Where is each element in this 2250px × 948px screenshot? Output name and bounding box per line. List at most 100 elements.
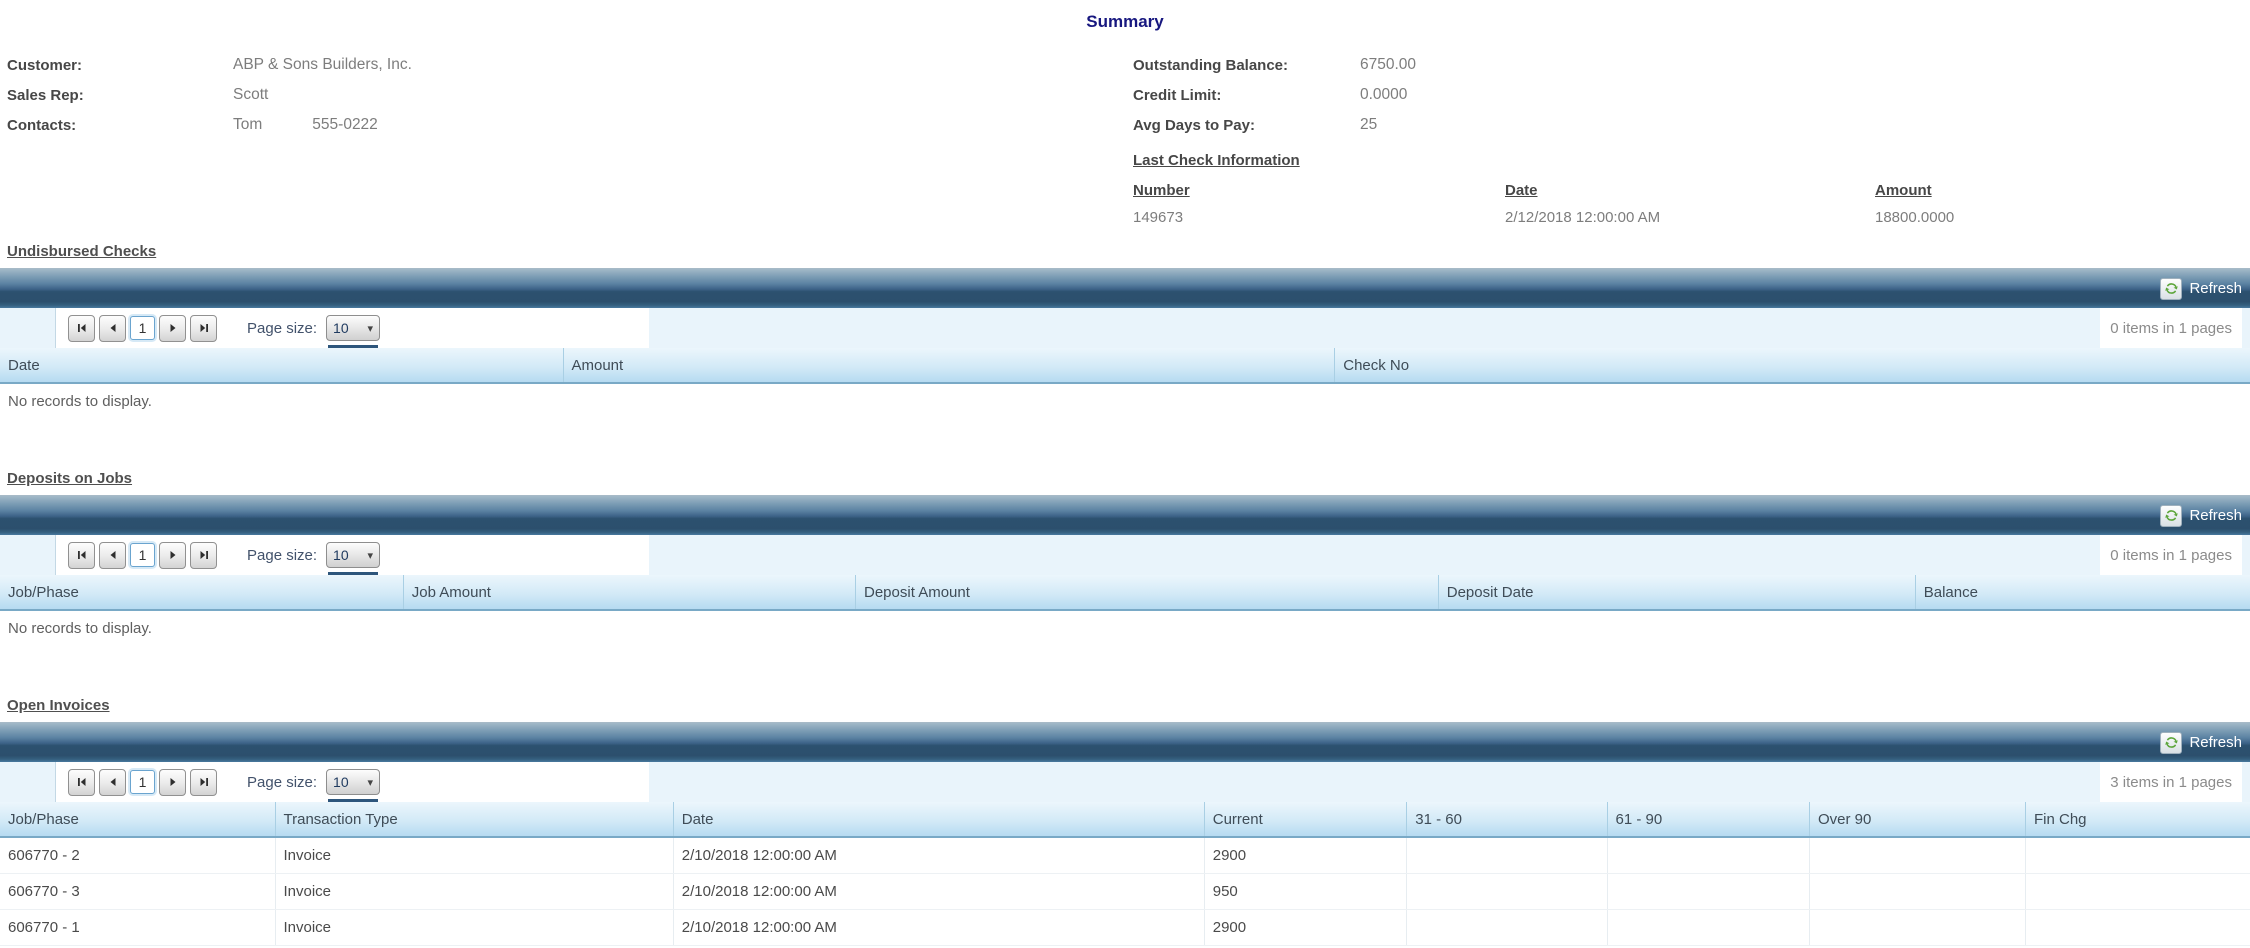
refresh-icon (2160, 731, 2183, 754)
contacts-label: Contacts: (7, 116, 77, 134)
column-header[interactable]: Balance (1914, 575, 2250, 609)
column-header[interactable]: 61 - 90 (1606, 802, 1810, 836)
contacts-row: Contacts: Tom 555-0222 (7, 110, 412, 140)
table-row[interactable]: 606770 - 2 Invoice 2/10/2018 12:00:00 AM 29… (0, 838, 2250, 874)
summary-stats-block: Outstanding Balance: 6750.00 Credit Limi… (1133, 50, 1954, 226)
refresh-label: Refresh (2189, 280, 2242, 297)
credit-limit-label: Credit Limit: (1133, 86, 1222, 104)
refresh-icon (2160, 504, 2183, 527)
page-size-value: 10 (333, 774, 349, 790)
pager-items-count: 0 items in 1 pages (2100, 535, 2242, 575)
column-header[interactable]: Date (672, 802, 1204, 836)
table-row[interactable]: 606770 - 3 Invoice 2/10/2018 12:00:00 AM 95… (0, 874, 2250, 910)
page-number-input[interactable] (130, 543, 155, 567)
column-header[interactable]: Deposit Amount (855, 575, 1438, 609)
next-page-button[interactable] (159, 314, 186, 342)
section-title-open-invoices: Open Invoices (7, 697, 110, 714)
column-header[interactable]: Check No (1334, 348, 2250, 382)
column-header[interactable]: 31 - 60 (1406, 802, 1606, 836)
refresh-icon (2160, 277, 2183, 300)
last-page-button[interactable] (190, 541, 217, 569)
contact-phone: 555-0222 (312, 116, 378, 133)
column-header[interactable]: Amount (562, 348, 1335, 382)
avg-days-row: Avg Days to Pay: 25 (1133, 110, 1954, 140)
grid-pager: Page size: 10 ▾ 0 items in 1 pages (0, 308, 2250, 348)
prev-page-button[interactable] (99, 541, 126, 569)
outstanding-balance-value: 6750.00 (1360, 56, 1417, 73)
no-records-text: No records to display. (8, 393, 152, 410)
page-number-input[interactable] (130, 770, 155, 794)
next-page-button[interactable] (159, 768, 186, 796)
outstanding-balance-row: Outstanding Balance: 6750.00 (1133, 50, 1954, 80)
column-header[interactable]: Job Amount (402, 575, 855, 609)
check-number-value: 149673 (1133, 209, 1184, 226)
table-cell: Invoice (274, 838, 673, 873)
table-cell (1606, 910, 1810, 945)
column-header[interactable]: Transaction Type (274, 802, 673, 836)
last-page-button[interactable] (190, 768, 217, 796)
contact-name: Tom (233, 116, 263, 133)
check-amount-header: Amount (1875, 182, 1932, 199)
grid-command-bar: Refresh (0, 495, 2250, 535)
page-size-value: 10 (333, 547, 349, 563)
page-size-dropdown[interactable]: 10 ▾ (326, 542, 381, 575)
column-header[interactable]: Current (1203, 802, 1407, 836)
check-number-col: Number 149673 (1133, 182, 1505, 226)
column-header[interactable]: Date (0, 348, 563, 382)
refresh-label: Refresh (2189, 507, 2242, 524)
pager-left-spacer (0, 535, 56, 575)
first-page-button[interactable] (68, 314, 95, 342)
check-number-header: Number (1133, 182, 1190, 199)
table-cell (2025, 910, 2250, 945)
page-size-dropdown[interactable]: 10 ▾ (326, 769, 381, 802)
table-cell: 606770 - 2 (8, 847, 80, 864)
next-page-button[interactable] (159, 541, 186, 569)
refresh-button[interactable]: Refresh (2160, 504, 2242, 527)
column-header[interactable]: Job/Phase (0, 575, 403, 609)
no-records-text: No records to display. (8, 620, 152, 637)
table-cell (1809, 874, 2025, 909)
check-amount-value: 18800.0000 (1875, 209, 1955, 226)
table-cell: Invoice (274, 910, 673, 945)
prev-page-button[interactable] (99, 314, 126, 342)
check-amount-col: Amount 18800.0000 (1875, 182, 1954, 226)
page-size-label: Page size: (247, 773, 318, 791)
table-cell: 2900 (1203, 838, 1407, 873)
table-row[interactable]: 606770 - 1 Invoice 2/10/2018 12:00:00 AM 29… (0, 910, 2250, 946)
pager-controls: Page size: 10 ▾ (56, 762, 649, 802)
pager-controls: Page size: 10 ▾ (56, 308, 649, 348)
column-header[interactable]: Fin Chg (2025, 802, 2250, 836)
last-check-info-title: Last Check Information (1133, 152, 1300, 169)
table-cell: 2/10/2018 12:00:00 AM (672, 874, 1204, 909)
table-cell: 950 (1203, 874, 1407, 909)
table-cell (1606, 838, 1810, 873)
customer-label: Customer: (7, 56, 83, 74)
credit-limit-value: 0.0000 (1360, 86, 1408, 103)
column-header[interactable]: Job/Phase (0, 802, 275, 836)
table-cell: 606770 - 1 (8, 919, 80, 936)
table-cell: 2900 (1203, 910, 1407, 945)
table-cell: 2/10/2018 12:00:00 AM (672, 838, 1204, 873)
refresh-button[interactable]: Refresh (2160, 731, 2242, 754)
prev-page-button[interactable] (99, 768, 126, 796)
page-number-input[interactable] (130, 316, 155, 340)
page-size-dropdown[interactable]: 10 ▾ (326, 315, 381, 348)
column-header[interactable]: Deposit Date (1437, 575, 1915, 609)
customer-value: ABP & Sons Builders, Inc. (233, 56, 412, 73)
last-page-button[interactable] (190, 314, 217, 342)
check-date-value: 2/12/2018 12:00:00 AM (1505, 209, 1661, 226)
customer-row: Customer: ABP & Sons Builders, Inc. (7, 50, 412, 80)
page-size-label: Page size: (247, 546, 318, 564)
first-page-button[interactable] (68, 768, 95, 796)
check-date-col: Date 2/12/2018 12:00:00 AM (1505, 182, 1875, 226)
grid-command-bar: Refresh (0, 722, 2250, 762)
check-date-header: Date (1505, 182, 1538, 199)
column-header[interactable]: Over 90 (1809, 802, 2025, 836)
page-size-value: 10 (333, 320, 349, 336)
table-cell (2025, 874, 2250, 909)
avg-days-value: 25 (1360, 116, 1378, 133)
pager-items-count: 0 items in 1 pages (2100, 308, 2242, 348)
first-page-button[interactable] (68, 541, 95, 569)
refresh-button[interactable]: Refresh (2160, 277, 2242, 300)
sales-rep-row: Sales Rep: Scott (7, 80, 412, 110)
